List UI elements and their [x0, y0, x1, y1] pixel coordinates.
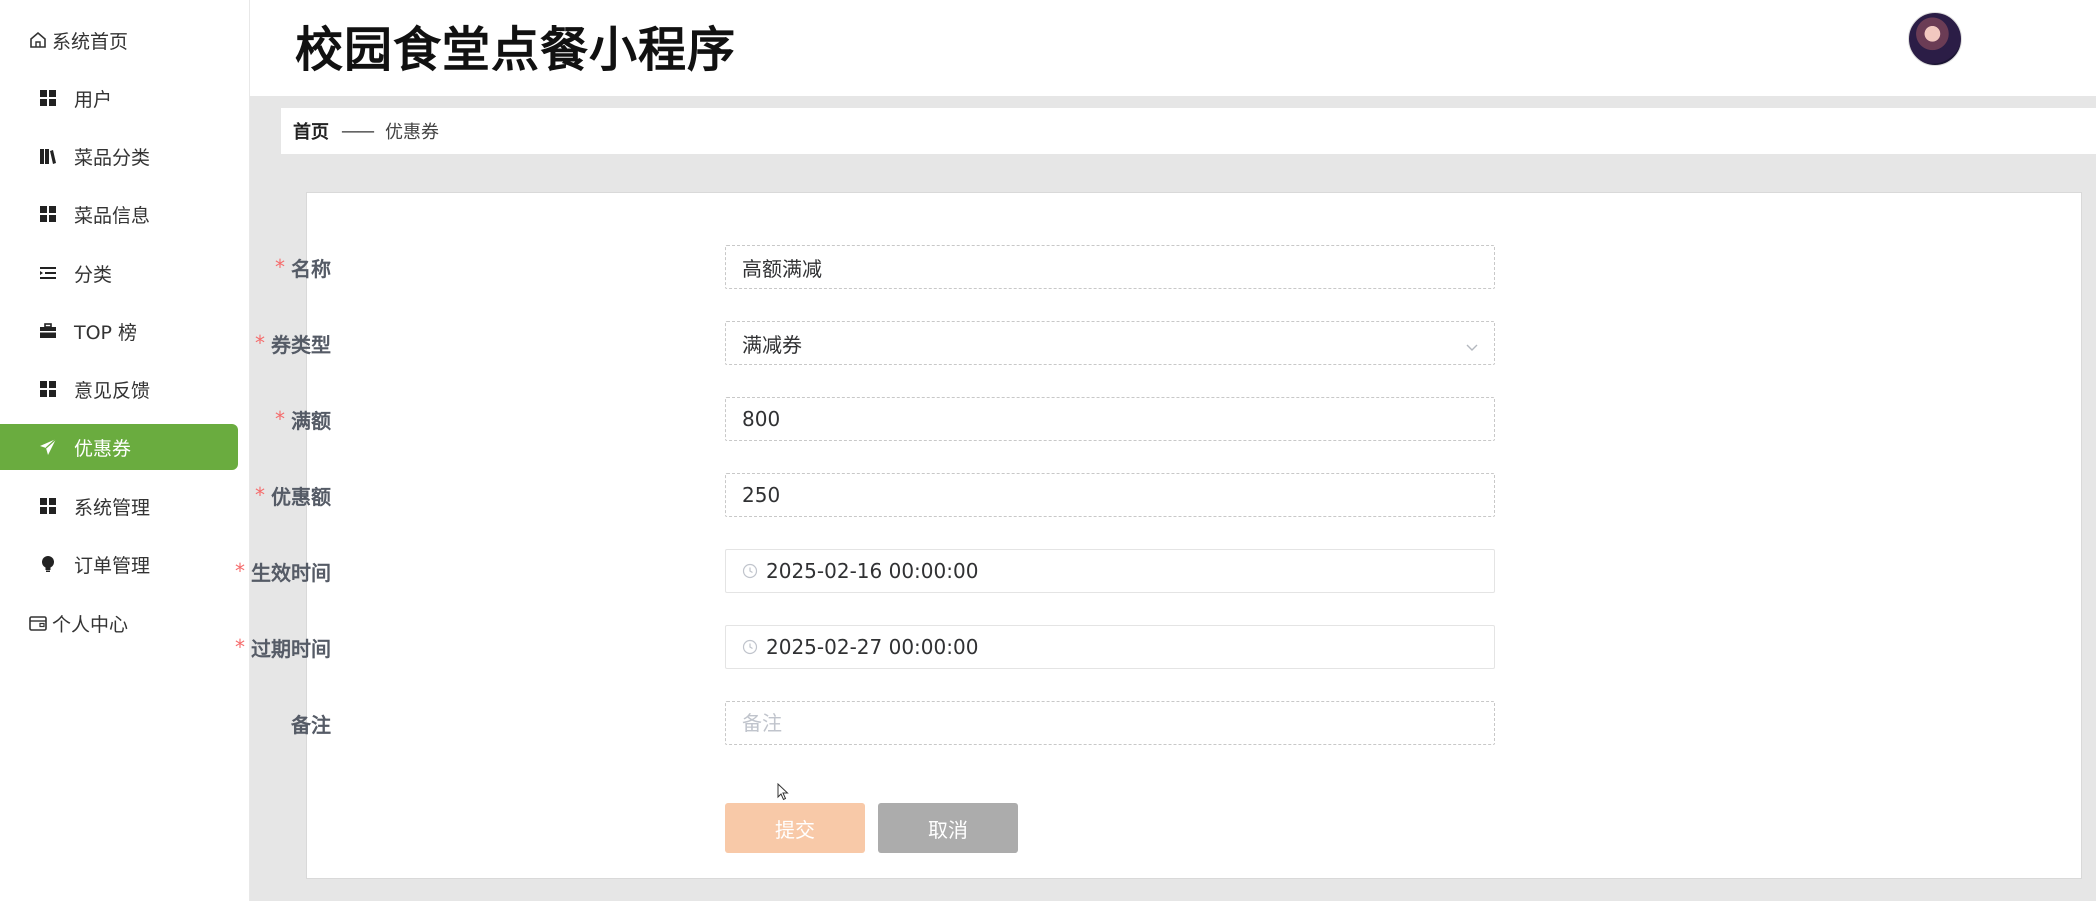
- threshold-label: * 满额: [275, 397, 331, 441]
- sidebar-item-label: 用户: [74, 88, 113, 111]
- start-time-value: 2025-02-16 00:00:00: [766, 559, 979, 583]
- coupon-type-selected-value: 满减券: [742, 332, 802, 357]
- sidebar-item-coupons[interactable]: 优惠券: [0, 424, 238, 470]
- avatar[interactable]: [1908, 12, 1962, 66]
- sidebar: 系统首页 用户 菜品分类 菜品信息 分类 TOP 榜 意见反馈 优惠券 系统管理…: [0, 0, 250, 901]
- end-time-label: * 过期时间: [235, 625, 331, 669]
- discount-input[interactable]: [742, 483, 1494, 507]
- coupon-type-label-text: 券类型: [271, 332, 331, 357]
- end-time-value: 2025-02-27 00:00:00: [766, 635, 979, 659]
- threshold-label-text: 满额: [291, 408, 331, 433]
- required-mark: *: [235, 635, 245, 659]
- remark-input[interactable]: [742, 711, 1494, 735]
- sidebar-item-feedback[interactable]: 意见反馈: [0, 366, 238, 412]
- cancel-button[interactable]: 取消: [878, 803, 1018, 853]
- sidebar-item-label: 系统管理: [74, 496, 151, 519]
- chevron-down-icon: [1464, 336, 1480, 360]
- discount-label-text: 优惠额: [271, 484, 331, 509]
- start-time-label-text: 生效时间: [251, 560, 331, 585]
- form-row-coupon-type: * 券类型 满减券: [255, 321, 1507, 365]
- sidebar-item-label: 系统首页: [52, 30, 129, 53]
- breadcrumb: 首页 —— 优惠券: [281, 108, 2096, 154]
- sidebar-item-label: 优惠券: [74, 437, 132, 460]
- grid-icon: [38, 496, 58, 516]
- name-label-text: 名称: [291, 256, 331, 281]
- form-row-start-time: * 生效时间 2025-02-16 00:00:00: [235, 549, 1507, 593]
- list-indent-icon: [38, 263, 58, 283]
- sidebar-item-top-list[interactable]: TOP 榜: [0, 308, 238, 354]
- breadcrumb-separator: ——: [341, 120, 375, 142]
- name-label: * 名称: [275, 245, 331, 289]
- wallet-icon: [28, 613, 48, 633]
- grid-icon: [38, 88, 58, 108]
- sidebar-item-dish-category[interactable]: 菜品分类: [0, 133, 238, 179]
- start-time-label: * 生效时间: [235, 549, 331, 593]
- sidebar-item-users[interactable]: 用户: [0, 75, 238, 121]
- app-title: 校园食堂点餐小程序: [295, 22, 737, 78]
- threshold-input[interactable]: [742, 407, 1494, 431]
- coupon-type-select[interactable]: 满减券: [725, 321, 1495, 365]
- discount-field[interactable]: [725, 473, 1495, 517]
- clock-icon: [742, 639, 758, 655]
- breadcrumb-current: 优惠券: [385, 122, 439, 143]
- submit-button[interactable]: 提交: [725, 803, 865, 853]
- paper-plane-icon: [38, 437, 58, 457]
- remark-label-text: 备注: [291, 712, 331, 737]
- sidebar-item-order-management[interactable]: 订单管理: [0, 541, 238, 587]
- sidebar-item-label: 分类: [74, 263, 113, 286]
- coupon-form-panel: * 名称 * 券类型 满减券 * 满额 * 优惠额: [235, 192, 2082, 879]
- form-row-remark: 备注: [291, 701, 1507, 745]
- mouse-cursor-icon: [777, 782, 789, 805]
- form-row-end-time: * 过期时间 2025-02-27 00:00:00: [235, 625, 1507, 669]
- form-row-discount: * 优惠额: [255, 473, 1507, 517]
- home-icon: [28, 30, 48, 50]
- form-row-name: * 名称: [275, 245, 1507, 289]
- end-time-picker[interactable]: 2025-02-27 00:00:00: [725, 625, 1495, 669]
- sidebar-item-label: 菜品信息: [74, 204, 151, 227]
- remark-field[interactable]: [725, 701, 1495, 745]
- name-input[interactable]: [742, 255, 1494, 279]
- grid-icon: [38, 379, 58, 399]
- remark-label: 备注: [291, 701, 331, 745]
- required-mark: *: [255, 483, 265, 507]
- required-mark: *: [275, 255, 285, 279]
- sidebar-item-label: TOP 榜: [74, 321, 138, 344]
- clock-icon: [742, 563, 758, 579]
- threshold-field[interactable]: [725, 397, 1495, 441]
- sidebar-item-label: 个人中心: [52, 613, 129, 636]
- top-header: 校园食堂点餐小程序: [250, 0, 2096, 96]
- books-icon: [38, 146, 58, 166]
- discount-label: * 优惠额: [255, 473, 331, 517]
- sidebar-item-home[interactable]: 系统首页: [0, 17, 238, 63]
- grid-icon: [38, 204, 58, 224]
- briefcase-icon: [38, 321, 58, 341]
- sidebar-item-label: 菜品分类: [74, 146, 151, 169]
- required-mark: *: [235, 559, 245, 583]
- coupon-type-label: * 券类型: [255, 321, 331, 365]
- sidebar-item-system-management[interactable]: 系统管理: [0, 483, 238, 529]
- required-mark: *: [275, 407, 285, 431]
- sidebar-item-category[interactable]: 分类: [0, 250, 238, 296]
- required-mark: *: [255, 331, 265, 355]
- name-field[interactable]: [725, 245, 1495, 289]
- end-time-label-text: 过期时间: [251, 636, 331, 661]
- form-row-threshold: * 满额: [275, 397, 1507, 441]
- lightbulb-icon: [38, 554, 58, 574]
- breadcrumb-home[interactable]: 首页: [293, 118, 329, 144]
- sidebar-item-label: 订单管理: [74, 554, 151, 577]
- sidebar-item-dish-info[interactable]: 菜品信息: [0, 191, 238, 237]
- start-time-picker[interactable]: 2025-02-16 00:00:00: [725, 549, 1495, 593]
- sidebar-item-label: 意见反馈: [74, 379, 151, 402]
- sidebar-item-personal-center[interactable]: 个人中心: [0, 600, 238, 646]
